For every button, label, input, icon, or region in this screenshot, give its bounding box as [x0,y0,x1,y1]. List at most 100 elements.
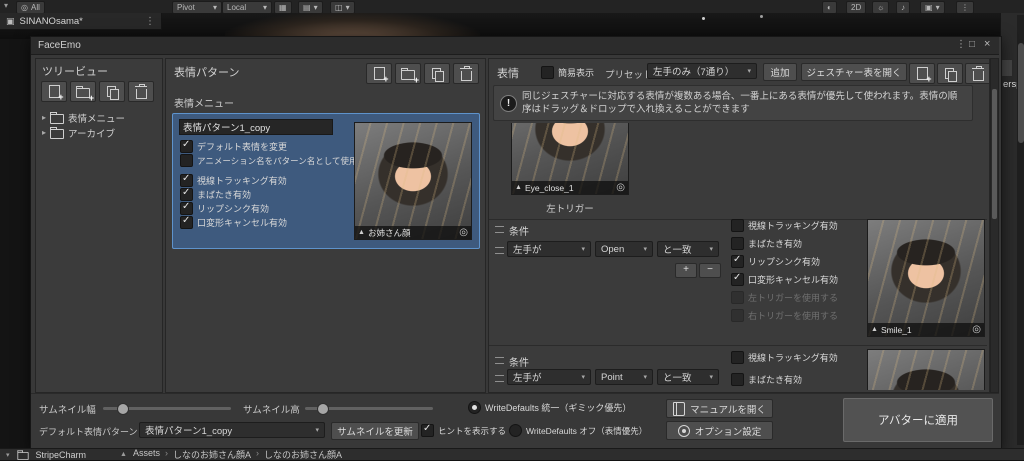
caret-right-icon[interactable]: ▸ [42,128,46,137]
expression-scrollbar[interactable] [990,58,999,393]
add-condition-button[interactable]: + [675,263,697,278]
new-group-button[interactable] [395,63,421,85]
maximize-icon[interactable]: □ [969,39,975,50]
show-hints-toggle[interactable]: ヒントを表示する [421,423,506,437]
close-icon[interactable]: × [984,38,990,50]
toolbar-caret-icon[interactable]: ▾ [4,1,8,10]
checkbox[interactable] [731,272,744,286]
pattern-name-input[interactable] [179,119,333,135]
delete-pattern-button[interactable] [453,63,479,84]
pattern-card-selected[interactable]: デフォルト表情を変更 アニメーション名をパターン名として使用 視線トラッキング有… [172,113,480,249]
checkbox[interactable] [731,254,744,268]
hand-dropdown[interactable]: 左手が ▾ [507,241,591,257]
match-dropdown[interactable]: と一致 ▾ [657,241,719,257]
expression-scroll-area[interactable]: ▲ Eye_close_1 ◎ 左トリガー 条件 左手が ▾ Open ▾ と一… [489,123,987,390]
tree-item-expression-menu[interactable]: ▸ 表情メニュー [42,111,125,125]
checkbox[interactable] [180,173,193,187]
option-mouth-cancel[interactable]: 口変形キャンセル有効 [180,215,287,229]
checkbox[interactable] [541,66,554,79]
drag-handle-icon[interactable] [495,247,504,254]
writedefaults-unify-radio[interactable]: WriteDefaults 統一（ギミック優先） [468,401,631,414]
breadcrumb-item[interactable]: Assets [133,448,160,461]
apply-to-avatar-button[interactable]: アバターに適用 [843,398,993,442]
scrollbar-thumb[interactable] [992,89,997,219]
option-change-default-face[interactable]: デフォルト表情を変更 [180,139,287,153]
option-use-animation-name[interactable]: アニメーション名をパターン名として使用 [180,154,357,167]
scrollbar-thumb[interactable] [1018,43,1024,143]
preset-dropdown[interactable]: 左手のみ（7通り） ▾ [647,63,757,79]
hierarchy-tab[interactable]: ▣ SINANOsama* ⋮ [0,13,162,30]
option-blink[interactable]: まばたき有効 [731,373,802,386]
delete-expression-button[interactable] [965,63,989,84]
match-dropdown[interactable]: と一致 ▾ [657,369,719,385]
checkbox[interactable] [731,237,744,250]
asset-up-icon[interactable]: ▲ [120,451,127,458]
new-folder-button[interactable] [70,81,96,103]
writedefaults-off-radio[interactable]: WriteDefaults オフ（表情優先） [509,424,647,437]
project-caret-icon[interactable]: ▾ [6,451,10,459]
checkbox[interactable] [180,201,193,215]
target-icon[interactable]: ◎ [616,182,625,193]
update-thumbnails-button[interactable]: サムネイルを更新 [331,422,419,440]
add-preset-button[interactable]: 追加 [763,63,797,81]
hand-dropdown[interactable]: 左手が ▾ [507,369,591,385]
drag-handle-icon[interactable] [495,357,504,364]
checkbox[interactable] [731,351,744,364]
option-settings-button[interactable]: オプション設定 [666,421,773,440]
delete-button[interactable] [128,81,154,102]
checkbox[interactable] [421,423,434,437]
slider-knob[interactable] [317,403,329,415]
option-lipsync[interactable]: リップシンク有効 [180,201,269,215]
drag-handle-icon[interactable] [495,375,504,382]
checkbox[interactable] [180,139,193,153]
thumbnail-height-slider[interactable] [305,403,433,415]
new-item-button[interactable] [41,81,67,102]
breadcrumb-item[interactable]: しなのお姉さん顔A [173,448,251,461]
pattern-thumbnail[interactable]: ▲ お姉さん顔 ◎ [354,122,472,240]
copy-pattern-button[interactable] [424,63,450,84]
new-document-icon [48,85,64,102]
gesture-dropdown[interactable]: Open ▾ [595,241,653,257]
checkbox [731,309,744,322]
open-manual-button[interactable]: マニュアルを開く [666,399,773,418]
expression-thumbnail-smile[interactable]: ▲ Smile_1 ◎ [867,219,985,337]
new-expression-button[interactable] [909,63,935,84]
default-pattern-dropdown[interactable]: 表情パターン1_copy ▾ [139,422,325,438]
target-icon[interactable]: ◎ [972,324,981,335]
radio[interactable] [509,424,522,437]
caret-right-icon[interactable]: ▸ [42,113,46,122]
slider-knob[interactable] [117,403,129,415]
target-icon[interactable]: ◎ [459,227,468,238]
checkbox[interactable] [731,373,744,386]
breadcrumb-item[interactable]: しなのお姉さん顔A [264,448,342,461]
option-eye-tracking[interactable]: 視線トラッキング有効 [180,173,287,187]
simple-view-toggle[interactable]: 簡易表示 [541,66,594,79]
option-eye-tracking[interactable]: 視線トラッキング有効 [731,351,838,364]
option-mouth-cancel[interactable]: 口変形キャンセル有効 [731,272,838,286]
open-gesture-table-button[interactable]: ジェスチャー表を開く [801,63,907,81]
remove-condition-button[interactable]: − [699,263,721,278]
editor-vertical-scrollbar[interactable] [1017,15,1024,445]
expression-thumbnail-partial[interactable] [867,349,985,390]
tab-menu-icon[interactable]: ⋮ [145,16,155,27]
checkbox[interactable] [180,215,193,229]
thumbnail-width-slider[interactable] [103,403,231,415]
window-titlebar[interactable]: FaceEmo ⋮ □ × [31,37,999,55]
window-menu-icon[interactable]: ⋮ [956,39,966,50]
option-eye-tracking[interactable]: 視線トラッキング有効 [731,219,838,232]
checkbox[interactable] [180,154,193,167]
tree-item-archive[interactable]: ▸ アーカイブ [42,126,115,140]
checkbox[interactable] [731,219,744,232]
new-pattern-button[interactable] [366,63,392,84]
checkbox[interactable] [180,187,193,201]
expression-thumbnail-eye-close[interactable]: ▲ Eye_close_1 ◎ [511,123,629,195]
drag-handle-icon[interactable] [495,226,504,233]
radio[interactable] [468,401,481,414]
copy-button[interactable] [99,81,125,102]
gesture-dropdown[interactable]: Point ▾ [595,369,653,385]
option-lipsync[interactable]: リップシンク有効 [731,254,820,268]
option-blink[interactable]: まばたき有効 [180,187,251,201]
option-blink[interactable]: まばたき有効 [731,237,802,250]
project-item-label[interactable]: StripeCharm [36,450,87,460]
copy-expression-button[interactable] [937,63,963,84]
